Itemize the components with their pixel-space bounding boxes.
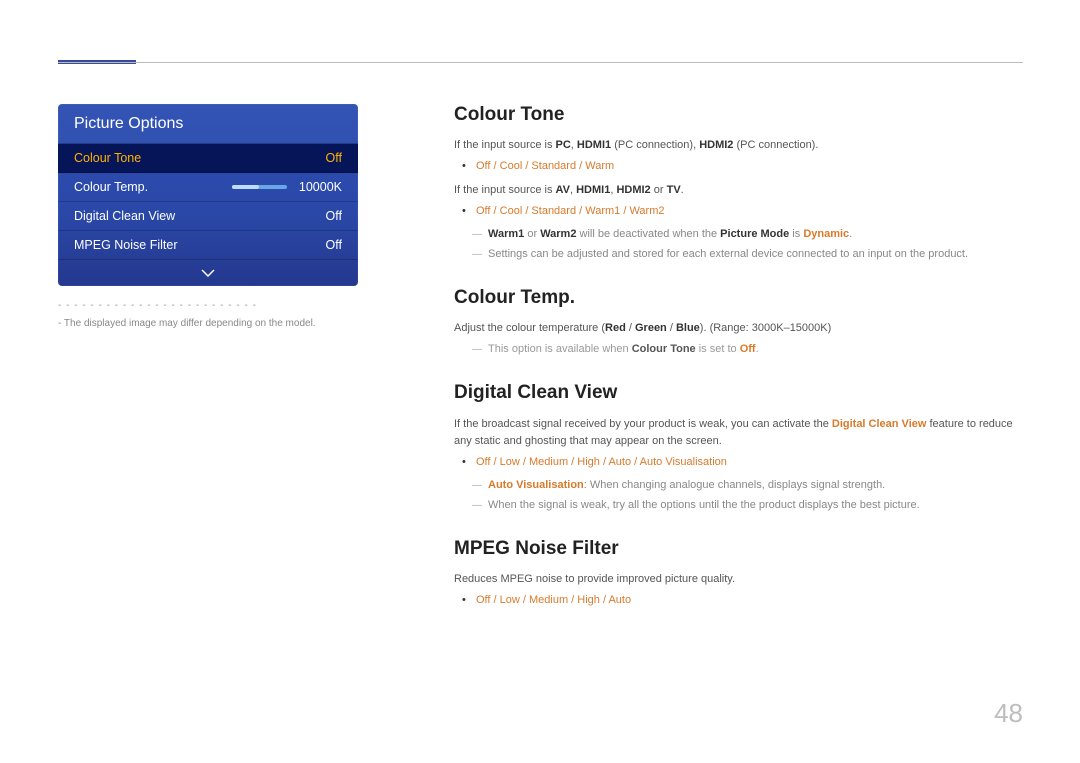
- osd-title: Picture Options: [58, 104, 358, 144]
- osd-row-colour-tone[interactable]: Colour Tone Off: [58, 144, 358, 173]
- osd-row-colour-temp[interactable]: Colour Temp. 10000K: [58, 173, 358, 202]
- osd-row-mpeg-noise-filter[interactable]: MPEG Noise Filter Off: [58, 231, 358, 260]
- osd-label: Colour Tone: [74, 151, 326, 165]
- option-list: Off / Low / Medium / High / Auto / Auto …: [476, 454, 1022, 471]
- osd-panel: Picture Options Colour Tone Off Colour T…: [58, 104, 358, 286]
- osd-label: Colour Temp.: [74, 180, 232, 194]
- text-line: Adjust the colour temperature (Red / Gre…: [454, 320, 1022, 337]
- heading-colour-tone: Colour Tone: [454, 100, 1022, 129]
- osd-label: Digital Clean View: [74, 209, 326, 223]
- text-line: Reduces MPEG noise to provide improved p…: [454, 571, 1022, 588]
- option-list: Off / Low / Medium / High / Auto: [476, 592, 1022, 609]
- heading-colour-temp: Colour Temp.: [454, 283, 1022, 312]
- top-rule: [58, 62, 1023, 63]
- heading-digital-clean-view: Digital Clean View: [454, 378, 1022, 407]
- text-line: If the input source is PC, HDMI1 (PC con…: [454, 137, 1022, 154]
- osd-value: Off: [326, 209, 342, 223]
- osd-slider[interactable]: [232, 185, 287, 189]
- option-list: Off / Cool / Standard / Warm1 / Warm2: [476, 203, 1022, 220]
- osd-label: MPEG Noise Filter: [74, 238, 326, 252]
- osd-value: Off: [326, 238, 342, 252]
- osd-row-digital-clean-view[interactable]: Digital Clean View Off: [58, 202, 358, 231]
- sub-note: This option is available when Colour Ton…: [454, 341, 1022, 358]
- page-number: 48: [994, 698, 1023, 729]
- caption-divider: - - - - - - - - - - - - - - - - - - - - …: [58, 300, 257, 311]
- text-line: If the broadcast signal received by your…: [454, 416, 1022, 450]
- text-line: If the input source is AV, HDMI1, HDMI2 …: [454, 182, 1022, 199]
- sub-note: When the signal is weak, try all the opt…: [454, 497, 1022, 514]
- content-area: Colour Tone If the input source is PC, H…: [454, 100, 1022, 615]
- sub-note: Warm1 or Warm2 will be deactivated when …: [454, 226, 1022, 243]
- heading-mpeg-noise-filter: MPEG Noise Filter: [454, 534, 1022, 563]
- osd-value: Off: [326, 151, 342, 165]
- caption-note: - The displayed image may differ dependi…: [58, 318, 316, 329]
- option-list: Off / Cool / Standard / Warm: [476, 158, 1022, 175]
- osd-value: 10000K: [299, 180, 342, 194]
- sub-note: Auto Visualisation: When changing analog…: [454, 477, 1022, 494]
- sub-note: Settings can be adjusted and stored for …: [454, 246, 1022, 263]
- chevron-down-icon[interactable]: [58, 260, 358, 286]
